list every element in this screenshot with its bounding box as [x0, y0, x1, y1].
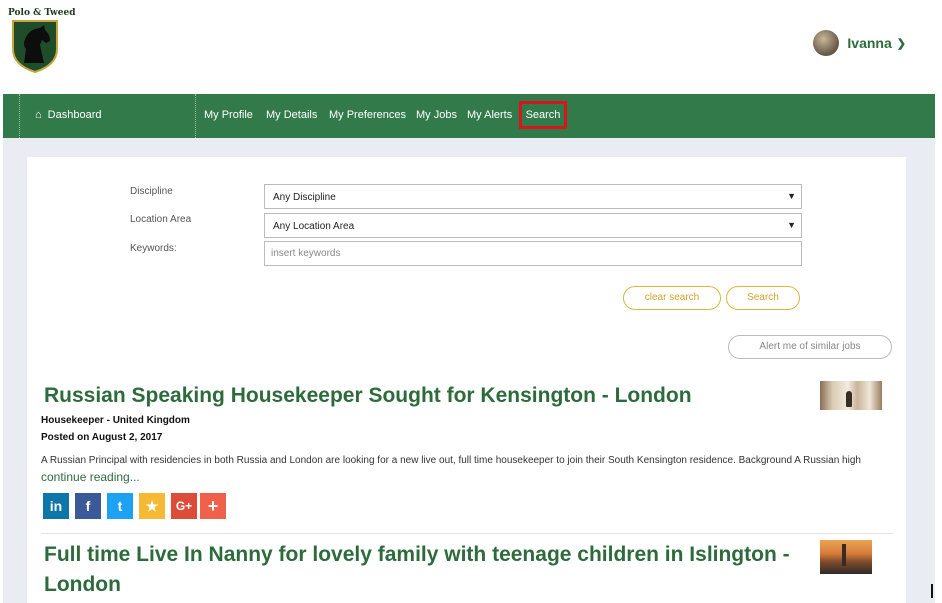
chevron-down-icon[interactable]: ❯: [897, 37, 906, 50]
discipline-value: Any Discipline: [273, 192, 336, 203]
job-thumbnail[interactable]: [820, 381, 882, 410]
user-name[interactable]: Ivanna: [847, 35, 891, 51]
caret-down-icon: ▼: [787, 191, 796, 201]
home-icon: ⌂: [35, 109, 42, 121]
nav-item-my-jobs[interactable]: My Jobs: [416, 109, 457, 121]
alert-similar-jobs-button[interactable]: Alert me of similar jobs: [728, 335, 892, 359]
job-posted-date: Posted on August 2, 2017: [41, 432, 163, 443]
job-title[interactable]: Russian Speaking Housekeeper Sought for …: [44, 381, 692, 411]
more-share-icon[interactable]: +: [200, 493, 226, 519]
text-cursor: [931, 584, 933, 598]
horse-shield-icon: [12, 20, 58, 73]
nav-item-my-details[interactable]: My Details: [266, 109, 317, 121]
nav-item-dashboard[interactable]: ⌂ Dashboard: [35, 109, 101, 121]
location-select[interactable]: Any Location Area ▼: [264, 213, 802, 238]
location-label: Location Area: [130, 214, 192, 225]
keywords-input[interactable]: [264, 241, 802, 266]
avatar[interactable]: [813, 30, 840, 56]
job-title-line-2[interactable]: London: [44, 570, 121, 600]
nav-divider: [195, 94, 196, 138]
search-button[interactable]: Search: [726, 286, 800, 310]
polo-tweed-logo[interactable]: Polo & Tweed: [8, 8, 76, 74]
keywords-label: Keywords:: [130, 243, 177, 254]
clear-search-button[interactable]: clear search: [623, 286, 721, 310]
location-value: Any Location Area: [273, 221, 355, 232]
job-category: Housekeeper - United Kingdom: [41, 415, 190, 426]
nav-dashboard-label: Dashboard: [47, 109, 102, 121]
facebook-icon[interactable]: f: [75, 493, 101, 519]
job-title-line-1[interactable]: Full time Live In Nanny for lovely famil…: [44, 540, 790, 570]
nav-item-my-alerts[interactable]: My Alerts: [467, 109, 512, 121]
linkedin-icon[interactable]: in: [43, 493, 69, 519]
discipline-label: Discipline: [130, 186, 173, 197]
job-description-text: A Russian Principal with residencies in …: [41, 455, 861, 466]
job-description: A Russian Principal with residencies in …: [41, 453, 881, 487]
google-plus-icon[interactable]: G+: [171, 493, 197, 519]
discipline-select[interactable]: Any Discipline ▼: [264, 184, 802, 209]
continue-reading-link[interactable]: continue reading...: [41, 470, 140, 484]
user-menu[interactable]: Ivanna ❯: [813, 30, 906, 56]
twitter-icon[interactable]: t: [107, 493, 133, 519]
job-separator: [41, 533, 893, 534]
favorite-star-icon[interactable]: ★: [139, 493, 165, 519]
nav-item-search[interactable]: Search: [519, 101, 567, 129]
logo-text: Polo & Tweed: [8, 8, 76, 18]
nav-divider: [19, 94, 20, 138]
job-thumbnail[interactable]: [820, 540, 872, 574]
main-nav: ⌂ Dashboard My Profile My Details My Pre…: [3, 94, 935, 138]
caret-down-icon: ▼: [787, 220, 796, 230]
site-header: Polo & Tweed Ivanna ❯: [0, 0, 942, 94]
nav-item-my-profile[interactable]: My Profile: [204, 109, 253, 121]
nav-item-my-preferences[interactable]: My Preferences: [329, 109, 406, 121]
